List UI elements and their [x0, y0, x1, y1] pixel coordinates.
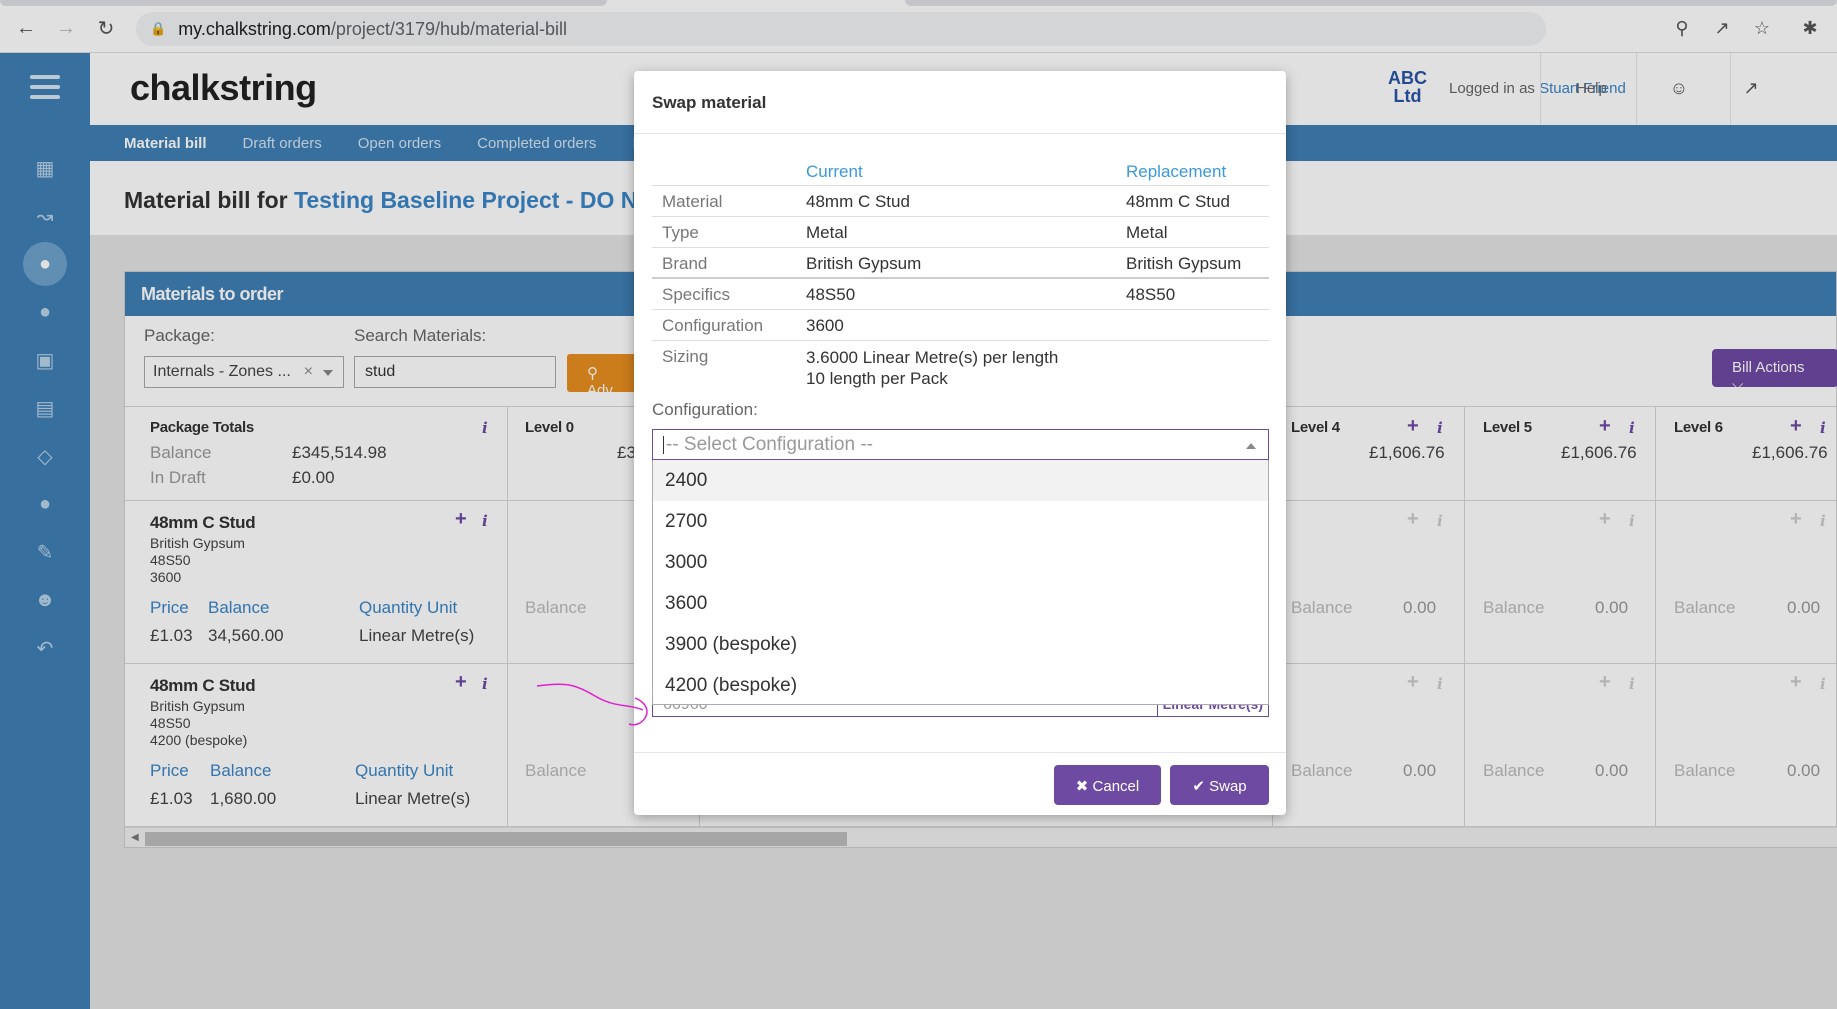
table-row: Brand British Gypsum British Gypsum	[652, 248, 1269, 279]
table-header: Current Replacement	[652, 155, 1269, 186]
current-header: Current	[806, 162, 863, 181]
configuration-options: 2400 2700 3000 3600 3900 (bespoke) 4200 …	[652, 460, 1269, 705]
swap-button[interactable]: ✔ Swap	[1170, 765, 1269, 805]
comparison-table: Current Replacement Material 48mm C Stud 4…	[652, 155, 1269, 389]
chevron-up-icon	[1246, 443, 1256, 449]
option-item[interactable]: 2400	[653, 460, 1268, 501]
option-item[interactable]: 3900 (bespoke)	[653, 624, 1268, 665]
swap-material-dialog: Swap material Current Replacement Materi…	[634, 71, 1286, 815]
table-row: Type Metal Metal	[652, 217, 1269, 248]
table-row: Configuration 3600	[652, 310, 1269, 341]
option-item[interactable]: 3600	[653, 583, 1268, 624]
annotation-arrow-icon	[536, 683, 648, 726]
replacement-header: Replacement	[1126, 162, 1227, 181]
table-row: Sizing 3.6000 Linear Metre(s) per length…	[662, 347, 1059, 388]
option-item[interactable]: 2700	[653, 501, 1268, 542]
close-icon: ✖	[1075, 778, 1089, 795]
option-item[interactable]: 3000	[653, 542, 1268, 583]
configuration-select[interactable]: -- Select Configuration --	[652, 429, 1269, 460]
table-row: Specifics 48S50 48S50	[652, 279, 1269, 310]
dialog-title: Swap material	[652, 93, 767, 112]
check-icon: ✔	[1192, 778, 1205, 795]
table-row: Material 48mm C Stud 48mm C Stud	[652, 186, 1269, 217]
cancel-button[interactable]: ✖ Cancel	[1054, 765, 1161, 805]
option-item[interactable]: 4200 (bespoke)	[653, 665, 1268, 706]
configuration-label: Configuration:	[652, 400, 758, 419]
